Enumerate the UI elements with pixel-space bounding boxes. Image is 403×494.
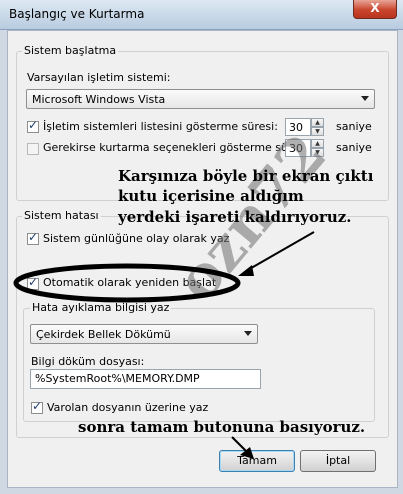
annotation-line-4: sonra tamam butonuna basıyoruz. (78, 418, 366, 436)
annotation-line-1: Karşınıza böyle bir ekran çıktı (118, 167, 374, 185)
arrow-head-icon (240, 447, 254, 459)
annotation-line-2: kutu içerisine aldığım (118, 187, 304, 205)
annotation-line-3: yerdeki işareti kaldırıyoruz. (118, 208, 352, 226)
